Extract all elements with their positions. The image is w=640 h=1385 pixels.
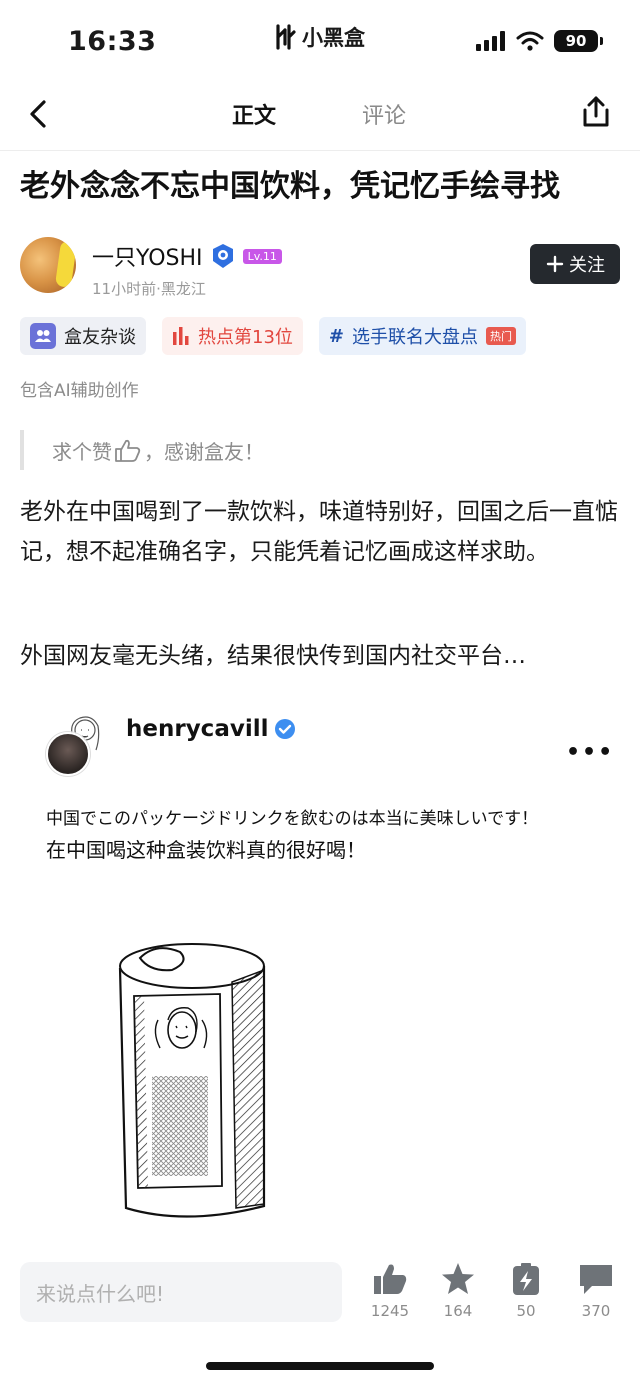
share-icon[interactable] [580, 94, 612, 130]
quote-text-before: 求个赞 [52, 439, 112, 464]
more-options-icon: ••• [566, 740, 615, 765]
embed-caption-japanese: 中国でこのパッケージドリンクを飲むのは本当に美味しいです！ [46, 809, 539, 829]
thumbs-up-outline-icon [115, 439, 141, 462]
plus-icon [546, 255, 564, 273]
battery-charge-icon [513, 1263, 539, 1295]
cellular-signal-icon [476, 31, 505, 51]
tag-community[interactable]: 盒友杂谈 [20, 317, 146, 355]
creator-badge-icon [212, 244, 233, 268]
star-icon [442, 1263, 474, 1294]
follow-button[interactable]: 关注 [530, 244, 620, 284]
embed-username-text: henrycavill [126, 716, 269, 742]
status-app-name: 小黑盒 [302, 26, 365, 50]
author-name-row: 一只YOSHI Lv.11 [92, 240, 282, 272]
bar-chart-icon [173, 327, 189, 345]
status-icons: 90 [476, 30, 603, 52]
status-bar: 16:33 小黑盒 90 [0, 0, 640, 80]
wifi-icon [516, 31, 544, 51]
tag-topic-label: 选手联名大盘点 [352, 327, 478, 348]
status-time: 16:33 [68, 26, 157, 57]
thumbs-up-icon [374, 1264, 407, 1294]
favorite-count: 164 [443, 1302, 473, 1320]
author-avatar[interactable] [20, 237, 76, 293]
ai-assisted-note: 包含AI辅助创作 [20, 381, 139, 401]
hot-badge: 热门 [486, 327, 516, 345]
article-title: 老外念念不忘中国饮料，凭记忆手绘寻找 [20, 169, 560, 204]
tab-comments[interactable]: 评论 [362, 98, 406, 130]
avatar-banana-shape [54, 240, 76, 288]
drink-cup-sketch [118, 943, 266, 1218]
embed-caption-chinese: 在中国喝这种盒装饮料真的很好喝！ [46, 838, 366, 862]
comment-bubble-icon [580, 1265, 612, 1294]
status-app-indicator: 小黑盒 [274, 22, 365, 52]
embedded-post-image[interactable]: henrycavill ••• 中国でこのパッケージドリンクを飲むのは本当に美味… [20, 696, 620, 1241]
charge-button[interactable]: 50 [498, 1262, 554, 1320]
like-count: 1245 [370, 1302, 410, 1320]
verified-check-icon [275, 719, 296, 739]
body-paragraph-2: 外国网友毫无头绪，结果很快传到国内社交平台… [20, 643, 526, 669]
back-arrow-icon[interactable] [22, 94, 58, 134]
hashtag-icon: # [328, 325, 344, 347]
quote-block: 求个赞 ，感谢盒友！ [20, 430, 264, 470]
tab-main-text[interactable]: 正文 [232, 98, 276, 130]
post-meta: 11小时前·黑龙江 [92, 280, 206, 298]
tag-topic[interactable]: # 选手联名大盘点 热门 [318, 317, 526, 355]
nav-divider [0, 150, 640, 151]
quote-text-after: ，感谢盒友！ [144, 439, 264, 464]
comments-button[interactable]: 370 [568, 1262, 624, 1320]
tag-list: 盒友杂谈 热点第13位 # 选手联名大盘点 热门 [20, 317, 526, 355]
embed-username: henrycavill [126, 716, 296, 742]
comment-input[interactable]: 来说点什么吧! [20, 1262, 342, 1322]
comment-count: 370 [581, 1302, 611, 1320]
heybox-logo-icon [276, 24, 296, 50]
home-indicator[interactable] [206, 1362, 434, 1370]
tag-trending-label: 热点第13位 [198, 327, 293, 348]
like-button[interactable]: 1245 [362, 1262, 418, 1320]
charge-count: 50 [516, 1302, 536, 1320]
follow-label: 关注 [569, 255, 605, 276]
article-nav: 正文 评论 [0, 84, 640, 144]
henry-profile-avatar [46, 732, 90, 776]
body-paragraph-1: 老外在中国喝到了一款饮料，味道特别好，回国之后一直惦记，想不起准确名字，只能凭着… [20, 499, 618, 565]
author-name[interactable]: 一只YOSHI [92, 240, 203, 272]
favorite-button[interactable]: 164 [430, 1262, 486, 1320]
level-badge: Lv.11 [242, 248, 282, 264]
tag-trending-rank[interactable]: 热点第13位 [162, 317, 303, 355]
battery-indicator: 90 [554, 30, 603, 52]
tag-community-label: 盒友杂谈 [64, 327, 136, 348]
group-icon [30, 323, 56, 349]
